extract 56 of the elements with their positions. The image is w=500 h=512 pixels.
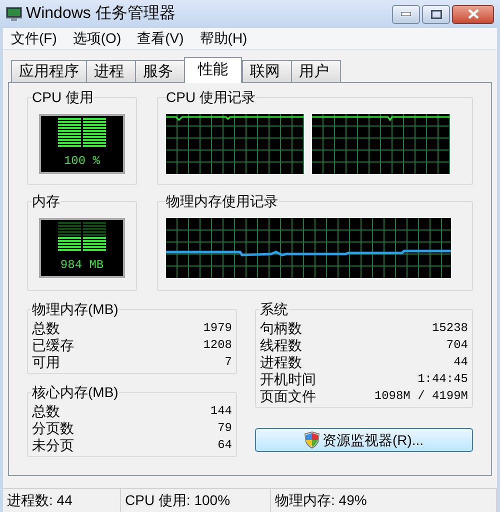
stat-label: 开机时间 [260,371,316,388]
maximize-button[interactable] [422,4,450,24]
group-title: 物理内存使用记录 [165,192,279,211]
group-title: 系统 [259,300,289,319]
stat-label: 句柄数 [260,320,302,337]
stat-value: 79 [218,420,232,437]
window-title: Windows 任务管理器 [26,4,176,24]
menu-item[interactable]: 选项(O) [70,28,124,49]
stat-value: 1208 [203,337,232,354]
stat-label: 总数 [32,320,60,337]
tab[interactable]: 用户 [291,60,341,82]
tab[interactable]: 服务 [135,60,185,82]
close-button[interactable] [452,4,494,24]
minimize-icon [401,12,411,16]
tab[interactable]: 联网 [242,60,292,82]
stat-label: 可用 [32,354,60,371]
shield-icon [304,431,320,449]
stat-label: 线程数 [260,337,302,354]
menu-item[interactable]: 帮助(H) [198,28,250,49]
menu-item[interactable]: 查看(V) [135,28,186,49]
group-title: 物理内存(MB) [31,300,120,319]
group-title: CPU 使用记录 [165,88,256,107]
stat-label: 已缓存 [32,337,74,354]
menu-item[interactable]: 文件(F) [9,28,59,49]
stat-label: 页面文件 [260,388,316,405]
status-text: CPU 使用: 100% [121,489,271,512]
close-icon [468,9,478,19]
stat-value: 704 [446,337,468,354]
resource-monitor-button[interactable]: 资源监视器(R)... [255,428,473,452]
stat-label: 进程数 [260,354,302,371]
meter-reading: 100 % [64,153,100,170]
meter-bars-drawing [58,118,106,148]
status-text: 物理内存: 49% [271,489,497,512]
stat-value: 15238 [432,320,468,337]
app-icon [6,7,22,21]
stat-value: 64 [218,437,232,454]
stat-value: 1979 [203,320,232,337]
stat-value: 1098M / 4199M [374,388,468,405]
minimize-button[interactable] [392,4,420,24]
stat-value: 44 [454,354,468,371]
tab[interactable]: 进程 [86,60,136,82]
tab[interactable]: 性能 [184,57,242,83]
meter-bars-drawing [58,222,106,252]
stat-label: 分页数 [32,420,74,437]
tab[interactable]: 应用程序 [11,60,87,82]
group-title: 内存 [31,192,61,211]
stat-value: 1:44:45 [418,371,468,388]
stat-label: 总数 [32,403,60,420]
maximize-icon [430,10,442,18]
status-text: 进程数: 44 [3,489,121,512]
group-title: CPU 使用 [31,88,94,107]
group-title: 核心内存(MB) [31,383,120,402]
meter-reading: 984 MB [60,257,104,274]
stat-value: 7 [224,354,232,371]
stat-label: 未分页 [32,437,74,454]
stat-value: 144 [210,403,232,420]
